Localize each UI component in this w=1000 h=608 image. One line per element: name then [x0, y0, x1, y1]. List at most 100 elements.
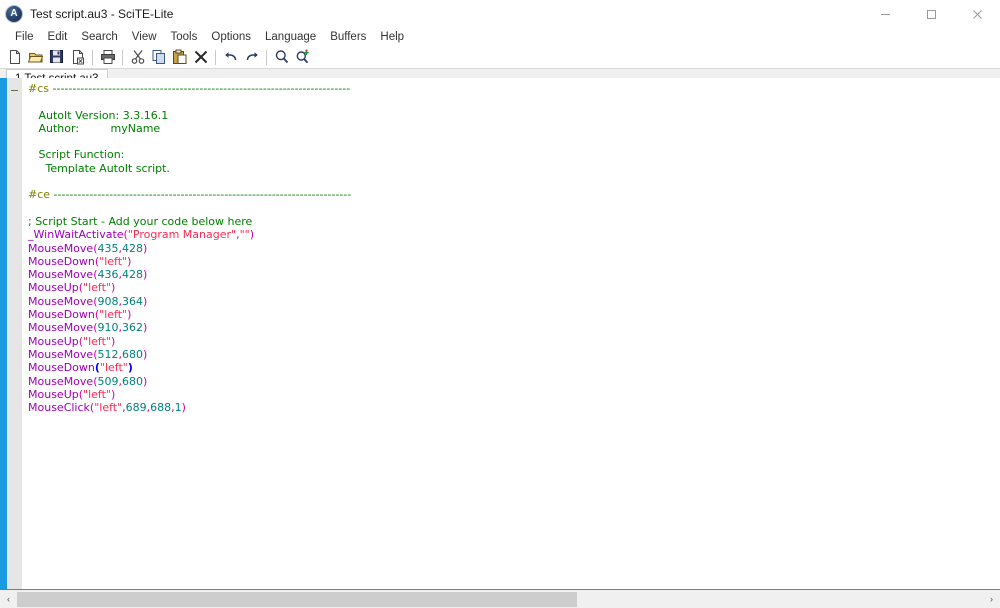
code-token: MouseDown [28, 361, 95, 375]
code-token: MouseMove [28, 321, 94, 335]
print-icon[interactable] [97, 47, 118, 67]
horizontal-scroll-track[interactable] [17, 590, 983, 608]
code-token: 908 [97, 294, 119, 308]
code-line[interactable]: MouseDown("left") [22, 308, 1000, 321]
code-line[interactable]: MouseUp("left") [22, 388, 1000, 401]
code-token: MouseMove [28, 241, 94, 255]
app-icon-letter: A [10, 8, 18, 19]
code-token: ) [110, 387, 116, 401]
scroll-right-arrow-icon[interactable]: › [983, 590, 1000, 608]
code-line[interactable]: MouseDown("left") [22, 361, 1000, 374]
minimize-button[interactable] [862, 0, 908, 28]
code-token: #cs [28, 82, 53, 95]
code-line[interactable]: Script Function: [22, 148, 1000, 161]
menu-item-edit[interactable]: Edit [41, 28, 75, 46]
code-token: 689 [125, 401, 147, 415]
code-token: MouseUp [28, 281, 79, 295]
code-line[interactable]: #cs ------------------------------------… [22, 82, 1000, 95]
code-token: ----------------------------------------… [52, 82, 351, 95]
horizontal-scrollbar[interactable]: ‹ › [0, 589, 1000, 608]
code-token: MouseMove [28, 374, 94, 388]
toolbar-separator-3 [215, 49, 216, 65]
open-file-icon[interactable] [25, 47, 46, 67]
code-token: 435 [97, 241, 119, 255]
code-line[interactable]: MouseClick("left",689,688,1) [22, 401, 1000, 414]
code-token: ) [181, 401, 186, 415]
code-line[interactable]: MouseMove(436,428) [22, 268, 1000, 281]
maximize-button[interactable] [908, 0, 954, 28]
code-token: ) [143, 294, 148, 308]
code-line[interactable]: MouseUp("left") [22, 281, 1000, 294]
code-token: "left" [94, 401, 123, 415]
code-token: #ce [28, 188, 54, 202]
copy-icon[interactable] [148, 47, 169, 67]
menu-bar: File Edit Search View Tools Options Language Bu… [0, 28, 1000, 46]
fold-collapse-icon[interactable] [10, 86, 19, 95]
toolbar-separator-2 [122, 49, 123, 65]
cut-icon[interactable] [127, 47, 148, 67]
code-token: MouseMove [28, 268, 94, 282]
code-token: 1 [174, 401, 182, 415]
find-next-icon[interactable] [292, 47, 313, 67]
code-line[interactable]: _WinWaitActivate("Program Manager","") [22, 228, 1000, 241]
find-icon[interactable] [271, 47, 292, 67]
new-file-icon[interactable] [4, 47, 25, 67]
code-line[interactable]: MouseMove(512,680) [22, 348, 1000, 361]
code-token: MouseDown [28, 254, 95, 268]
code-token: "" [239, 228, 250, 242]
autoit-app-icon: A [6, 6, 22, 22]
menu-item-language[interactable]: Language [258, 28, 323, 46]
code-line[interactable] [22, 135, 1000, 148]
code-token: Template AutoIt script. [28, 161, 170, 175]
code-line[interactable]: MouseMove(435,428) [22, 242, 1000, 255]
scroll-left-arrow-icon[interactable]: ‹ [0, 590, 17, 608]
code-token: ) [143, 374, 148, 388]
horizontal-scroll-thumb[interactable] [17, 591, 577, 607]
fold-margin[interactable] [7, 78, 22, 589]
close-file-icon[interactable] [67, 47, 88, 67]
code-line[interactable]: AutoIt Version: 3.3.16.1 [22, 109, 1000, 122]
code-line[interactable]: MouseMove(908,364) [22, 295, 1000, 308]
selection-margin[interactable] [0, 78, 7, 589]
redo-icon[interactable] [241, 47, 262, 67]
close-button[interactable] [954, 0, 1000, 28]
code-line[interactable]: MouseDown("left") [22, 255, 1000, 268]
code-text-area[interactable]: #cs ------------------------------------… [22, 78, 1000, 589]
code-token: ) [110, 281, 116, 295]
toolbar-separator-1 [92, 49, 93, 65]
code-token: 910 [97, 321, 119, 335]
code-token: ) [110, 334, 116, 348]
code-token: MouseDown [28, 308, 95, 322]
code-line[interactable]: Template AutoIt script. [22, 162, 1000, 175]
menu-item-help[interactable]: Help [373, 28, 411, 46]
menu-item-view[interactable]: View [125, 28, 164, 46]
code-token: ) [143, 241, 148, 255]
code-token: ) [143, 321, 148, 335]
code-line[interactable]: MouseUp("left") [22, 335, 1000, 348]
delete-icon[interactable] [190, 47, 211, 67]
code-token: _WinWaitActivate [28, 228, 124, 242]
code-line[interactable]: MouseMove(509,680) [22, 375, 1000, 388]
menu-item-tools[interactable]: Tools [164, 28, 205, 46]
code-token: 688 [150, 401, 172, 415]
code-token: 680 [122, 374, 143, 388]
save-file-icon[interactable] [46, 47, 67, 67]
code-line[interactable]: ; Script Start - Add your code below her… [22, 215, 1000, 228]
menu-item-buffers[interactable]: Buffers [323, 28, 373, 46]
code-line[interactable] [22, 95, 1000, 108]
code-token: AutoIt Version: 3.3.16.1 [28, 108, 169, 122]
paste-icon[interactable] [169, 47, 190, 67]
code-token: MouseClick [28, 401, 90, 415]
code-line[interactable]: MouseMove(910,362) [22, 321, 1000, 334]
code-line[interactable]: #ce ------------------------------------… [22, 188, 1000, 201]
code-line[interactable] [22, 202, 1000, 215]
menu-item-search[interactable]: Search [74, 28, 124, 46]
menu-item-options[interactable]: Options [204, 28, 258, 46]
code-token: Script Function: [28, 148, 125, 162]
undo-icon[interactable] [220, 47, 241, 67]
code-line[interactable] [22, 175, 1000, 188]
code-token: "left" [83, 281, 111, 295]
menu-item-file[interactable]: File [8, 28, 41, 46]
code-token: ) [249, 228, 254, 242]
code-line[interactable]: Author: myName [22, 122, 1000, 135]
